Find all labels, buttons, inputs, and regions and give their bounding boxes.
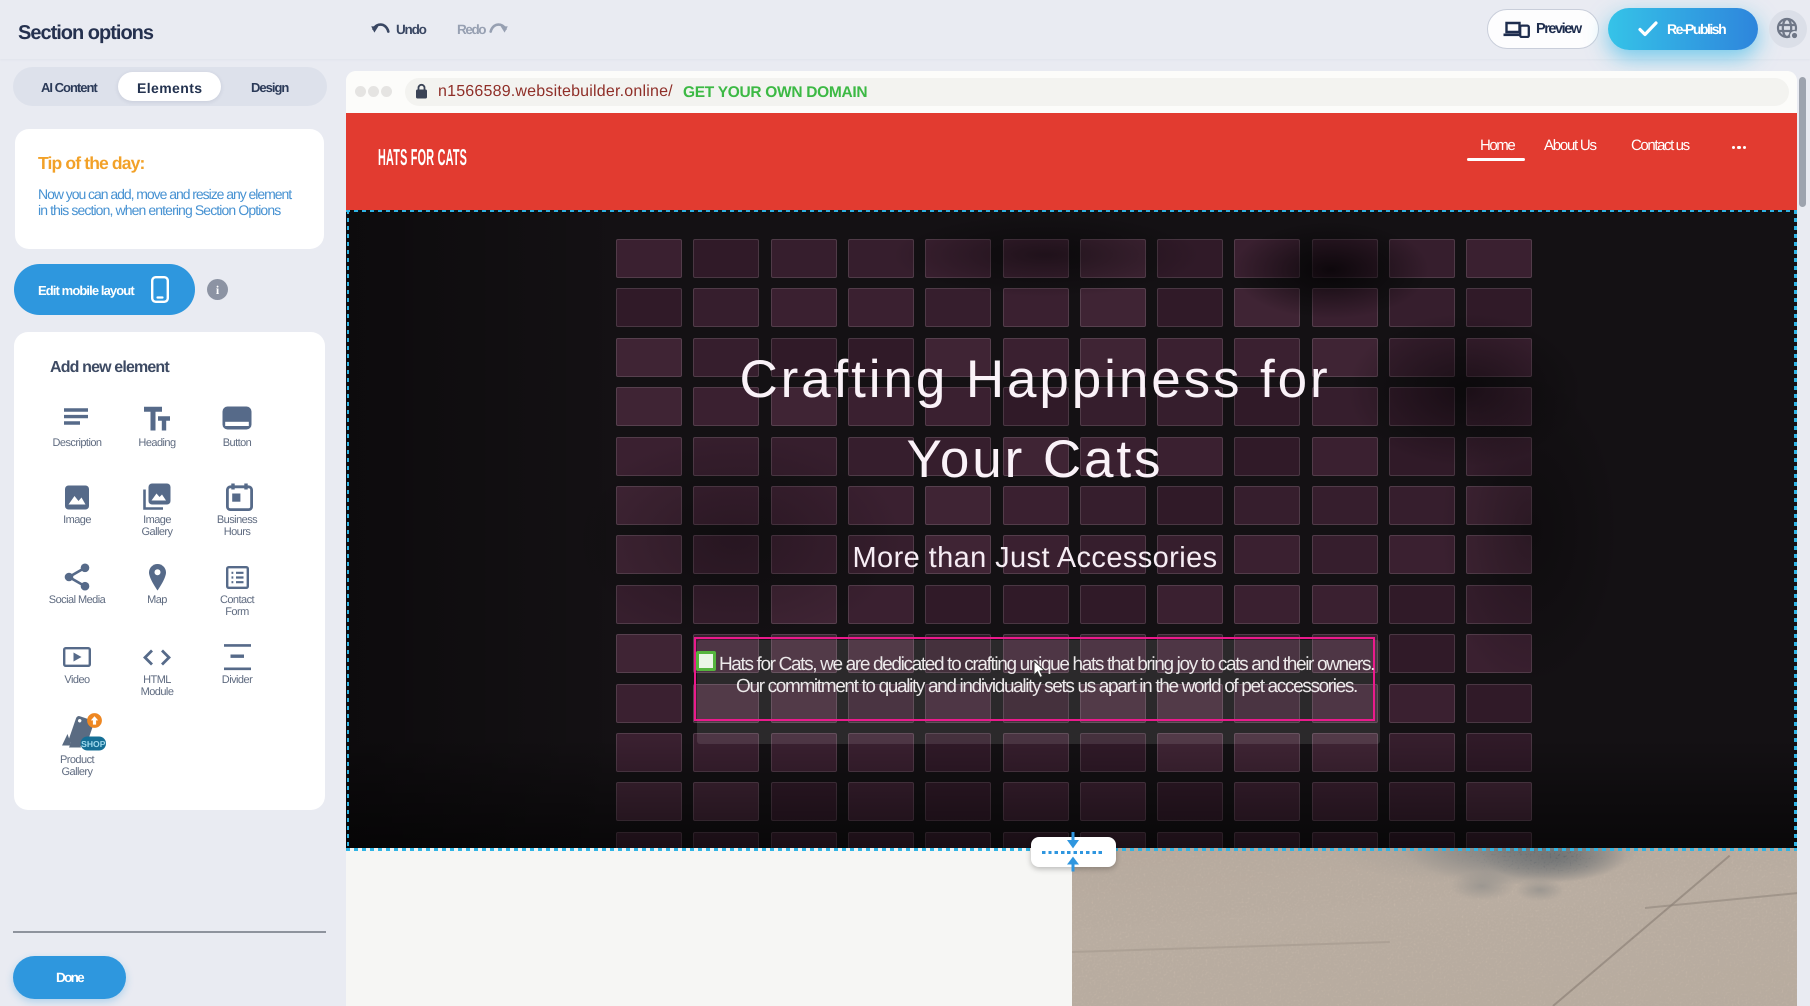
- svg-text:SHOP: SHOP: [81, 739, 106, 749]
